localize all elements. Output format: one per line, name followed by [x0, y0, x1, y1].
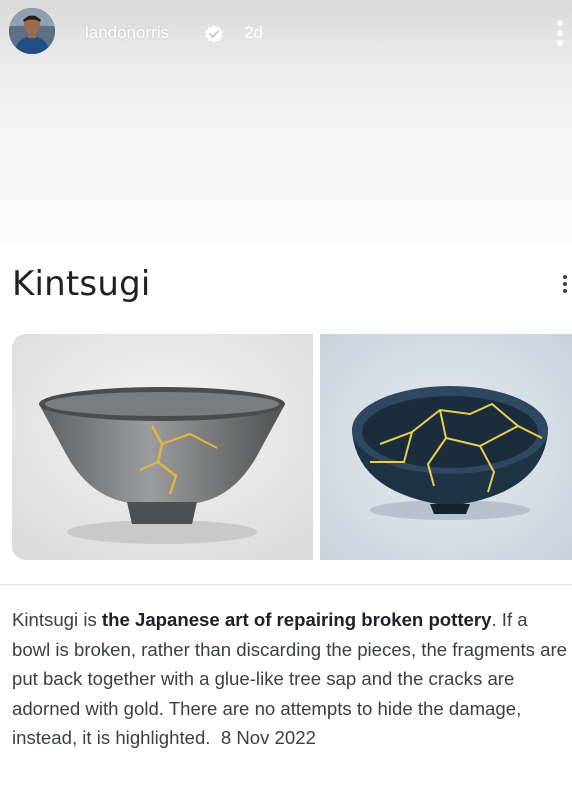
more-vertical-icon[interactable]: [560, 272, 570, 302]
story-header: landonorris 2d: [0, 0, 572, 70]
search-result-card: Kintsugi Kintsugi is the Japanese art of…: [0, 244, 572, 800]
story-username[interactable]: landonorris: [85, 23, 169, 43]
description-highlight: the Japanese art of repairing broken pot…: [101, 609, 492, 630]
kintsugi-grey-bowl-image[interactable]: [12, 334, 313, 560]
story-time-ago: 2d: [244, 23, 263, 42]
divider: [0, 584, 572, 585]
description-part-1: Kintsugi is: [12, 609, 102, 630]
more-vertical-icon[interactable]: [553, 16, 567, 50]
description-date: 8 Nov 2022: [220, 727, 316, 748]
description-text: Kintsugi is the Japanese art of repairin…: [12, 605, 568, 753]
page-title: Kintsugi: [12, 264, 151, 304]
kintsugi-blue-bowl-image[interactable]: [320, 334, 572, 560]
verified-badge-icon: [204, 24, 224, 44]
avatar[interactable]: [9, 8, 55, 54]
